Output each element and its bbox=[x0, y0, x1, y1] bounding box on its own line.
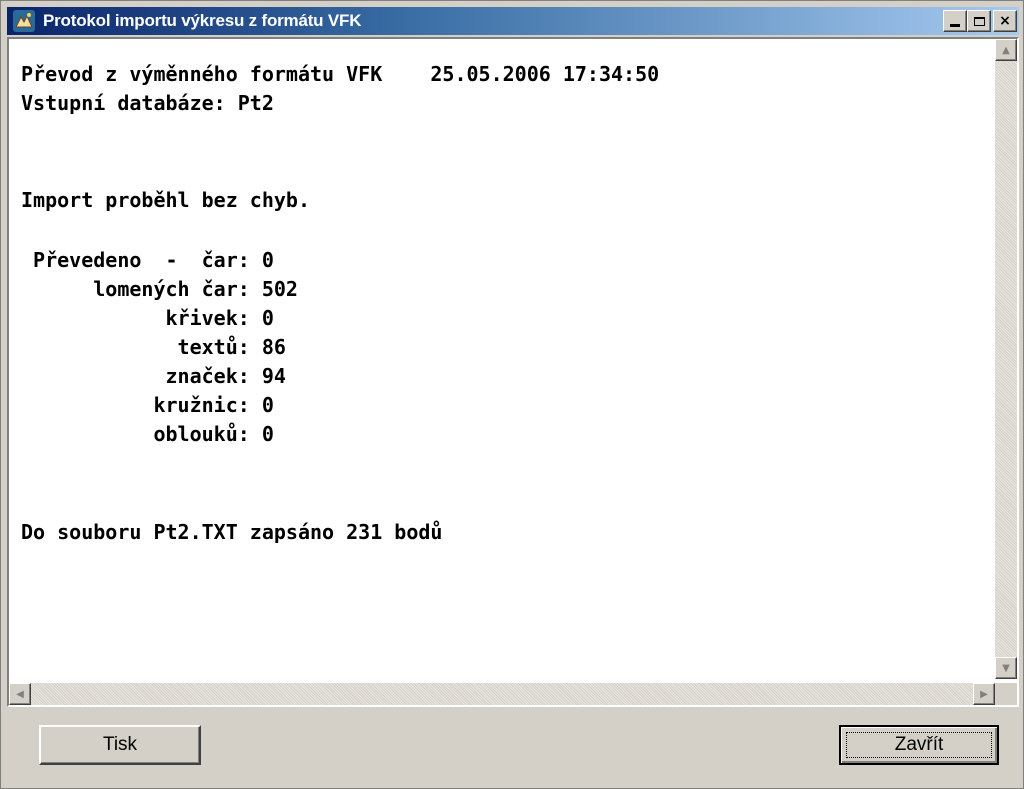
maximize-button[interactable] bbox=[967, 10, 991, 32]
focus-rect bbox=[846, 732, 992, 758]
log-line: Převod z výměnného formátu VFK 25.05.200… bbox=[21, 62, 660, 86]
log-line: oblouků: 0 bbox=[21, 422, 274, 446]
arrow-right-icon: ▶ bbox=[980, 688, 988, 700]
app-icon bbox=[13, 10, 35, 32]
close-button[interactable]: × bbox=[993, 10, 1017, 32]
scroll-left-button[interactable]: ◀ bbox=[9, 683, 31, 705]
title-bar[interactable]: Protokol importu výkresu z formátu VFK × bbox=[7, 7, 1019, 35]
close-icon: × bbox=[999, 13, 1011, 29]
log-line: kružnic: 0 bbox=[21, 393, 274, 417]
maximize-icon bbox=[973, 16, 985, 26]
print-button-label: Tisk bbox=[102, 734, 138, 755]
minimize-icon bbox=[950, 23, 960, 27]
horizontal-scrollbar[interactable]: ◀ ▶ bbox=[9, 683, 995, 705]
log-line: Import proběhl bez chyb. bbox=[21, 188, 310, 212]
close-dialog-button[interactable]: Zavřít bbox=[839, 725, 999, 765]
scroll-down-button[interactable]: ▼ bbox=[995, 657, 1017, 679]
minimize-button[interactable] bbox=[943, 10, 967, 32]
window-controls: × bbox=[943, 10, 1017, 32]
print-button[interactable]: Tisk bbox=[39, 725, 201, 765]
log-panel: Převod z výměnného formátu VFK 25.05.200… bbox=[7, 37, 1019, 707]
log-line: značek: 94 bbox=[21, 364, 286, 388]
scroll-right-button[interactable]: ▶ bbox=[973, 683, 995, 705]
window-title: Protokol importu výkresu z formátu VFK bbox=[43, 11, 362, 30]
log-line: Vstupní databáze: Pt2 bbox=[21, 91, 274, 115]
dialog-window: Protokol importu výkresu z formátu VFK ×… bbox=[0, 0, 1024, 789]
arrow-up-icon: ▲ bbox=[1002, 44, 1010, 56]
log-line: lomených čar: 502 bbox=[21, 277, 298, 301]
log-line: textů: 86 bbox=[21, 335, 286, 359]
log-line: Převedeno - čar: 0 bbox=[21, 248, 274, 272]
arrow-left-icon: ◀ bbox=[16, 688, 24, 700]
arrow-down-icon: ▼ bbox=[1002, 662, 1010, 674]
log-line: křivek: 0 bbox=[21, 306, 274, 330]
log-line: Do souboru Pt2.TXT zapsáno 231 bodů bbox=[21, 520, 443, 544]
vertical-scrollbar[interactable]: ▲ ▼ bbox=[995, 39, 1017, 679]
log-text-area[interactable]: Převod z výměnného formátu VFK 25.05.200… bbox=[9, 39, 995, 679]
scrollbar-corner bbox=[995, 683, 1017, 705]
scroll-up-button[interactable]: ▲ bbox=[995, 39, 1017, 61]
